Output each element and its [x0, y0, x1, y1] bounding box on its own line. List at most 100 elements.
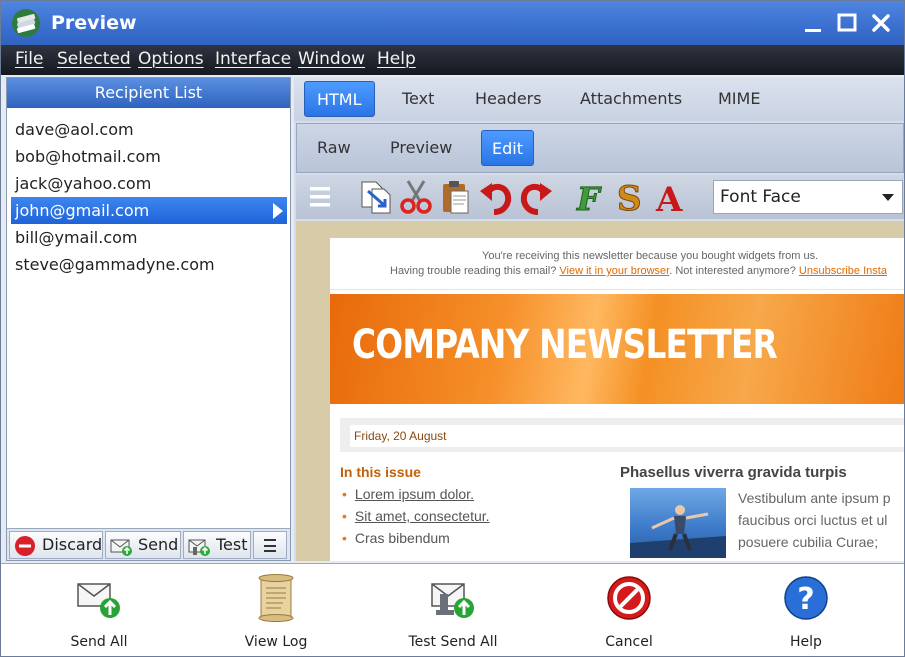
view-log-button[interactable]: View Log	[211, 574, 341, 652]
help-label: Help	[790, 634, 822, 650]
tab-html[interactable]: HTML	[304, 81, 375, 117]
notice-line-1: You're receiving this newsletter because…	[482, 250, 819, 262]
title-bar: Preview	[1, 1, 904, 45]
menu-icon	[264, 539, 276, 552]
menu-file[interactable]: File	[15, 49, 43, 69]
discard-icon	[14, 535, 36, 557]
discard-button[interactable]: Discard	[9, 531, 103, 559]
test-send-all-icon	[430, 574, 476, 622]
html-subtabs: Raw Preview Edit	[296, 123, 904, 173]
recipient-item[interactable]: dave@aol.com	[11, 116, 287, 143]
copy-icon[interactable]	[358, 179, 394, 215]
test-send-all-label: Test Send All	[408, 634, 498, 650]
recipient-panel: Recipient List dave@aol.com bob@hotmail.…	[6, 77, 291, 561]
unsubscribe-link[interactable]: Unsubscribe Insta	[799, 265, 887, 277]
newsletter-date: Friday, 20 August	[350, 425, 904, 447]
banner-title: COMPANY NEWSLETTER	[352, 322, 778, 368]
send-all-label: Send All	[70, 634, 128, 650]
test-send-all-button[interactable]: Test Send All	[388, 574, 518, 652]
menu-window[interactable]: Window	[298, 49, 365, 69]
arrow-right-icon	[273, 203, 283, 219]
issue-item[interactable]: • Sit amet, consectetur.	[342, 508, 490, 524]
view-tabs: HTML Text Headers Attachments MIME	[294, 77, 904, 121]
menu-help[interactable]: Help	[377, 49, 416, 69]
menu-interface[interactable]: Interface	[215, 49, 291, 69]
font-style-icon[interactable]: F	[574, 179, 610, 219]
recipient-item[interactable]: jack@yahoo.com	[11, 170, 287, 197]
font-size-icon[interactable]: S	[614, 179, 650, 220]
recipient-item[interactable]: steve@gammadyne.com	[11, 251, 287, 278]
tab-text[interactable]: Text	[390, 81, 446, 117]
article-text-line: faucibus orci luctus et ul	[738, 512, 888, 528]
tab-headers[interactable]: Headers	[463, 81, 554, 117]
send-all-icon	[76, 574, 122, 622]
recipient-item-selected[interactable]: john@gmail.com	[11, 197, 287, 224]
recipient-actions: Discard Send Test	[7, 528, 290, 560]
maximize-icon[interactable]	[833, 9, 861, 37]
bottom-action-bar: Send All View Log Test Send All Cancel ?…	[1, 563, 904, 656]
article-image	[630, 488, 726, 558]
font-face-value: Font Face	[720, 187, 801, 207]
cancel-icon	[606, 574, 652, 622]
subtab-edit[interactable]: Edit	[481, 130, 534, 166]
svg-text:F: F	[576, 180, 602, 215]
notice-line-2: Having trouble reading this email? View …	[390, 265, 887, 277]
paste-icon[interactable]	[438, 179, 474, 215]
test-icon	[188, 535, 210, 557]
window-title: Preview	[51, 12, 137, 34]
article-text-line: posuere cubilia Curae;	[738, 534, 879, 550]
send-all-button[interactable]: Send All	[34, 574, 164, 652]
help-icon: ?	[783, 574, 829, 622]
newsletter-banner: COMPANY NEWSLETTER	[330, 294, 904, 404]
svg-text:?: ?	[797, 582, 814, 617]
notice-text: Having trouble reading this email?	[390, 265, 557, 277]
close-icon[interactable]	[867, 9, 895, 37]
message-panel: HTML Text Headers Attachments MIME Raw P…	[294, 77, 904, 561]
cut-icon[interactable]	[398, 179, 434, 215]
font-face-dropdown[interactable]: Font Face	[713, 180, 903, 214]
menu-options[interactable]: Options	[138, 49, 204, 69]
tab-attachments[interactable]: Attachments	[568, 81, 694, 117]
help-button[interactable]: ? Help	[741, 574, 871, 652]
discard-label: Discard	[42, 535, 103, 554]
recipient-item[interactable]: bob@hotmail.com	[11, 143, 287, 170]
chevron-down-icon	[882, 194, 894, 201]
date-bar: Friday, 20 August	[340, 418, 904, 452]
font-color-icon[interactable]: A	[654, 179, 690, 220]
test-button[interactable]: Test	[183, 531, 251, 559]
notice-text: . Not interested anymore?	[669, 265, 796, 277]
recipient-label: john@gmail.com	[15, 201, 150, 220]
issue-item[interactable]: • Lorem ipsum dolor.	[342, 486, 474, 502]
recipient-list[interactable]: dave@aol.com bob@hotmail.com jack@yahoo.…	[7, 108, 290, 528]
subtab-preview[interactable]: Preview	[380, 130, 462, 166]
redo-icon[interactable]	[518, 179, 554, 215]
article-text-line: Vestibulum ante ipsum p	[738, 490, 891, 506]
scroll-log-icon	[253, 574, 299, 622]
issue-item[interactable]: • Cras bibendum	[342, 530, 450, 546]
send-button[interactable]: Send	[105, 531, 181, 559]
view-in-browser-link[interactable]: View it in your browser	[559, 265, 669, 277]
app-icon	[10, 7, 42, 39]
cancel-label: Cancel	[605, 634, 653, 650]
recipient-list-header: Recipient List	[7, 78, 290, 108]
menu-selected[interactable]: Selected	[57, 49, 131, 69]
editor-toolbar: F S A Font Face	[296, 175, 904, 220]
send-label: Send	[138, 535, 179, 554]
recipient-item[interactable]: bill@ymail.com	[11, 224, 287, 251]
newsletter-notice: You're receiving this newsletter because…	[330, 238, 904, 290]
recipient-menu-button[interactable]	[253, 531, 287, 559]
minimize-icon[interactable]	[799, 9, 827, 37]
hamburger-menu-icon[interactable]	[304, 179, 340, 215]
view-log-label: View Log	[244, 634, 308, 650]
newsletter-document: You're receiving this newsletter because…	[330, 238, 904, 561]
html-editor-area[interactable]: You're receiving this newsletter because…	[296, 221, 904, 561]
tab-mime[interactable]: MIME	[706, 81, 772, 117]
undo-icon[interactable]	[478, 179, 514, 215]
svg-text:A: A	[655, 180, 683, 215]
cancel-button[interactable]: Cancel	[564, 574, 694, 652]
subtab-raw[interactable]: Raw	[307, 130, 361, 166]
menu-bar: File Selected Options Interface Window H…	[1, 45, 904, 75]
send-envelope-icon	[110, 535, 132, 557]
article-heading: Phasellus viverra gravida turpis	[620, 464, 847, 481]
test-label: Test	[216, 535, 248, 554]
